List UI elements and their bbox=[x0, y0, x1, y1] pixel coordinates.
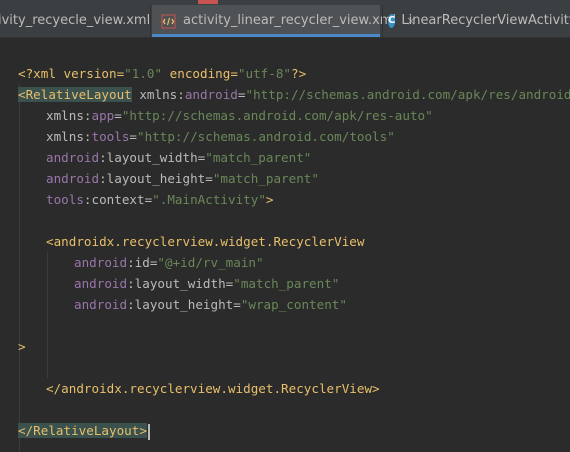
indent-guide bbox=[19, 84, 20, 452]
tab-label: activity_linear_recycler_view.xml bbox=[183, 13, 397, 28]
code-line-10: android:id="@+id/rv_main" bbox=[74, 255, 264, 270]
code-line-11: android:layout_width="match_parent" bbox=[74, 276, 340, 291]
top-strip-marker bbox=[198, 0, 218, 4]
code-line-16: </androidx.recyclerview.widget.RecyclerV… bbox=[46, 381, 380, 396]
tab-recyecle-view-xml[interactable]: ivity_recyecle_view.xml × bbox=[0, 5, 170, 37]
tab-activity-linear-recycler-view-xml[interactable]: activity_linear_recycler_view.xml × bbox=[152, 5, 416, 37]
tab-label: ivity_recyecle_view.xml bbox=[0, 13, 151, 28]
code-line-7: tools:context=".MainActivity"> bbox=[46, 192, 274, 207]
code-line-14: > bbox=[18, 339, 26, 354]
tab-label: LinearRecyclerViewActivity.ja bbox=[401, 13, 570, 28]
code-line-9: <androidx.recyclerview.widget.RecyclerVi… bbox=[46, 234, 365, 249]
tab-divider bbox=[150, 5, 151, 37]
code-line-2: <RelativeLayout xmlns:android="http://sc… bbox=[18, 87, 570, 102]
code-line-5: android:layout_width="match_parent" bbox=[46, 150, 312, 165]
code-line-4: xmlns:tools="http://schemas.android.com/… bbox=[46, 129, 395, 144]
java-class-icon: C bbox=[388, 14, 396, 28]
tab-divider bbox=[382, 5, 383, 37]
indent-guide bbox=[47, 252, 48, 378]
text-cursor bbox=[147, 423, 150, 440]
code-line-1: <?xml version="1.0" encoding="utf-8"?> bbox=[18, 66, 307, 81]
code-editor[interactable]: <?xml version="1.0" encoding="utf-8"?> <… bbox=[0, 38, 570, 452]
code-line-6: android:layout_height="match_parent" bbox=[46, 171, 319, 186]
code-line-12: android:layout_height="wrap_content" bbox=[74, 297, 347, 312]
code-line-3: xmlns:app="http://schemas.android.com/ap… bbox=[46, 108, 433, 123]
code-line-18: </RelativeLayout> bbox=[18, 420, 150, 441]
tab-linear-recycler-view-activity-java[interactable]: C LinearRecyclerViewActivity.ja bbox=[384, 5, 570, 37]
editor-tab-bar: ivity_recyecle_view.xml × activity_linea… bbox=[0, 5, 570, 38]
xml-file-icon bbox=[161, 14, 176, 29]
